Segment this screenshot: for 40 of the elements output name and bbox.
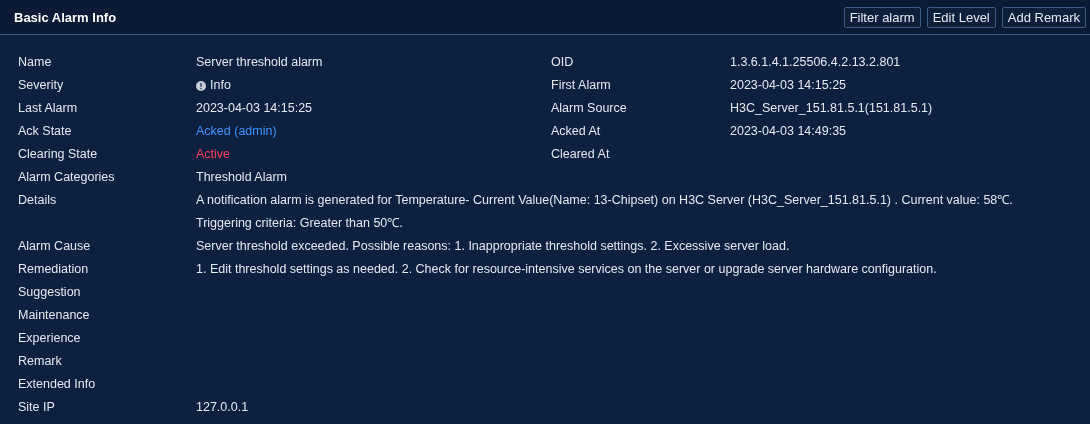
toolbar-button[interactable]: Add Remark — [1001, 6, 1086, 28]
field-label: Acked At — [551, 123, 602, 140]
field-label: Alarm Categories — [18, 169, 116, 186]
ack-link[interactable]: Acked (admin) — [196, 120, 551, 143]
field-value: Triggering criteria: Greater than 50℃. — [196, 215, 404, 232]
severity-text: Info — [210, 77, 231, 94]
field-value: Server threshold exceeded. Possible reasons: 1. Inappropriate threshold settings. 2. Excessive server load. — [196, 238, 791, 255]
field-value: Server threshold alarm — [196, 54, 324, 71]
toolbar-button[interactable]: Edit Level — [926, 6, 996, 28]
field-label: Alarm Cause — [18, 238, 92, 255]
field-value: A notification alarm is generated for Temperature- Current Value(Name: 13-Chipset) on H3C Server (H3C_Server_151.81.5.1) . Current value: 58℃. — [196, 192, 1014, 209]
field-value: 2023-04-03 14:49:35 — [730, 123, 848, 140]
field-value: Active — [196, 146, 232, 163]
field-label: Maintenance — [18, 307, 91, 324]
field-label: First Alarm — [551, 77, 612, 94]
field-label: Clearing State — [18, 146, 99, 163]
field-value: 127.0.0.1 — [196, 399, 250, 416]
field-value: 1.3.6.1.4.1.25506.4.2.13.2.801 — [730, 54, 902, 71]
field-value: 2023-04-03 14:15:25 — [196, 100, 314, 117]
field-value: 2023-04-03 14:15:25 — [730, 77, 848, 94]
field-label: Cleared At — [551, 146, 611, 163]
field-value: Threshold Alarm — [196, 169, 288, 186]
field-label: Experience — [18, 330, 82, 347]
field-label: Extended Info — [18, 376, 97, 393]
field-label: Remediation — [18, 261, 90, 278]
field-label: Suggestion — [18, 284, 82, 301]
field-label: Name — [18, 54, 53, 71]
field-value: H3C_Server_151.81.5.1(151.81.5.1) — [730, 100, 934, 117]
field-label: Alarm Source — [551, 100, 628, 117]
toolbar-button[interactable]: Filter alarm — [843, 6, 921, 28]
panel-title: Basic Alarm Info — [14, 9, 117, 25]
field-label: Remark — [18, 353, 63, 370]
info-icon — [196, 80, 206, 91]
field-label: OID — [551, 54, 575, 71]
field-label: Severity — [18, 77, 65, 94]
field-label: Site IP — [18, 399, 56, 416]
field-value: 1. Edit threshold settings as needed. 2. Check for resource-intensive services on the server or upgrade server hardware configuration. — [196, 261, 938, 278]
field-label: Last Alarm — [18, 100, 79, 117]
field-label: Ack State — [18, 123, 73, 140]
field-label: Details — [18, 192, 58, 209]
